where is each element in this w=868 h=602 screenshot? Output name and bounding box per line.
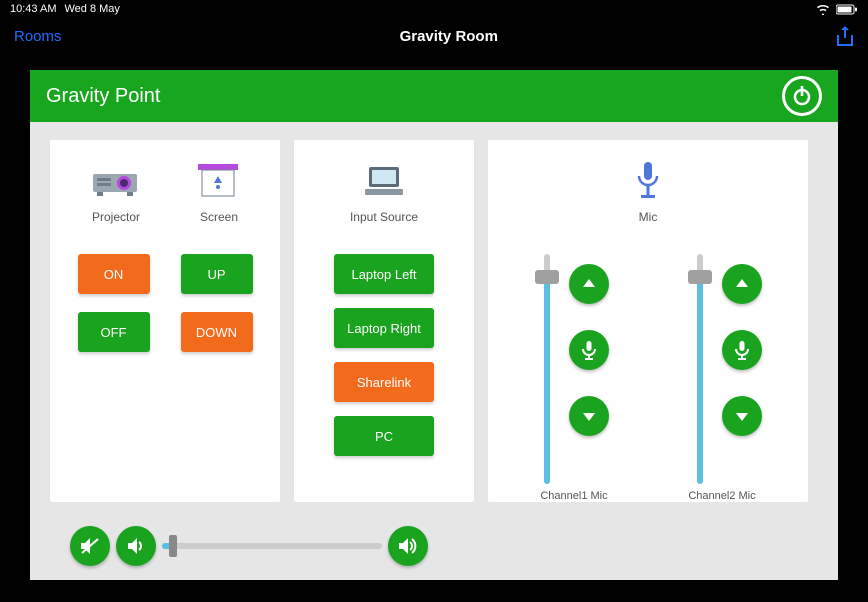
nav-title: Gravity Room [400,28,498,45]
screen-down-button[interactable]: DOWN [181,312,253,352]
screen-icon [196,162,240,200]
input-pc-button[interactable]: PC [334,416,434,456]
mic1-down-button[interactable] [569,396,609,436]
mic-channel-1 [535,254,609,484]
room-title: Gravity Point [46,85,160,108]
screen-label: Screen [200,210,238,224]
mic-panel: Mic [488,140,808,502]
input-sharelink-button[interactable]: Sharelink [334,362,434,402]
mic2-mute-button[interactable] [722,330,762,370]
mic-label: Mic [639,210,658,224]
mic-channel-2 [688,254,762,484]
share-button[interactable] [836,25,854,47]
app-header: Gravity Point [30,70,838,122]
master-volume-bar [70,526,428,566]
volume-mute-button[interactable] [70,526,110,566]
room-control-app: Gravity Point Projector Screen ON UP [30,70,838,580]
projector-screen-panel: Projector Screen ON UP OFF DOWN [50,140,280,502]
wifi-icon [816,4,830,15]
mic1-slider[interactable] [535,254,559,484]
mic2-up-button[interactable] [722,264,762,304]
back-button[interactable]: Rooms [14,28,62,45]
status-time: 10:43 AM [10,3,56,15]
battery-icon [836,4,858,15]
projector-icon [91,164,139,198]
projector-off-button[interactable]: OFF [78,312,150,352]
ipad-status-bar: 10:43 AM Wed 8 May [0,0,868,18]
mic1-label: Channel1 Mic [540,490,607,502]
nav-bar: Rooms Gravity Room [0,18,868,54]
input-laptop-left-button[interactable]: Laptop Left [334,254,434,294]
power-button[interactable] [782,76,822,116]
input-source-label: Input Source [350,210,418,224]
mic2-down-button[interactable] [722,396,762,436]
microphone-icon [633,160,663,202]
projector-on-button[interactable]: ON [78,254,150,294]
input-source-panel: Input Source Laptop Left Laptop Right Sh… [294,140,474,502]
screen-up-button[interactable]: UP [181,254,253,294]
volume-slider[interactable] [162,543,382,549]
input-laptop-right-button[interactable]: Laptop Right [334,308,434,348]
mic1-up-button[interactable] [569,264,609,304]
mic2-label: Channel2 Mic [688,490,755,502]
volume-down-button[interactable] [116,526,156,566]
volume-up-button[interactable] [388,526,428,566]
mic2-slider[interactable] [688,254,712,484]
laptop-icon [361,163,407,199]
status-date: Wed 8 May [64,3,119,15]
mic1-mute-button[interactable] [569,330,609,370]
projector-label: Projector [92,210,140,224]
